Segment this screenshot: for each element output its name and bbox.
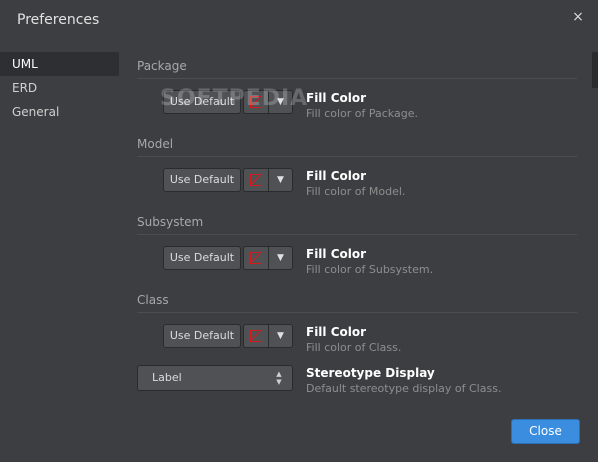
softpedia-watermark: SOFTPEDIA: [160, 86, 309, 111]
pref-label: Fill Color: [306, 91, 367, 105]
divider: [137, 234, 577, 235]
scrollbar[interactable]: [592, 52, 598, 88]
divider: [137, 312, 577, 313]
use-default-button-subsystem[interactable]: Use Default: [163, 246, 241, 270]
updown-arrows-icon: ▲ ▼: [276, 370, 282, 386]
fill-color-picker-class[interactable]: ▼: [243, 324, 293, 348]
preferences-dialog: Preferences × UML ERD General Package Us…: [0, 0, 598, 462]
pref-label: Stereotype Display: [306, 366, 435, 380]
dialog-title: Preferences: [17, 12, 100, 28]
sidebar-item-erd[interactable]: ERD: [0, 76, 119, 100]
pref-description: Fill color of Class.: [306, 341, 402, 354]
sidebar-item-uml[interactable]: UML: [0, 52, 119, 76]
close-icon[interactable]: ×: [570, 9, 586, 25]
sidebar: UML ERD General: [0, 52, 119, 124]
pref-label: Fill Color: [306, 325, 367, 339]
pref-label: Fill Color: [306, 169, 367, 183]
pref-description: Fill color of Subsystem.: [306, 263, 434, 276]
use-default-button-model[interactable]: Use Default: [163, 168, 241, 192]
section-title-class: Class: [137, 293, 169, 307]
section-title-subsystem: Subsystem: [137, 215, 204, 229]
chevron-down-icon[interactable]: ▼: [269, 247, 292, 269]
pref-label: Fill Color: [306, 247, 367, 261]
pref-description: Fill color of Model.: [306, 185, 406, 198]
fill-color-picker-model[interactable]: ▼: [243, 168, 293, 192]
divider: [137, 156, 577, 157]
section-title-model: Model: [137, 137, 174, 151]
chevron-down-icon[interactable]: ▼: [269, 325, 292, 347]
color-swatch: [244, 247, 269, 269]
close-button[interactable]: Close: [511, 419, 580, 444]
stereotype-display-select[interactable]: Label ▲ ▼: [137, 365, 293, 391]
chevron-down-icon[interactable]: ▼: [269, 169, 292, 191]
color-swatch: [244, 169, 269, 191]
sidebar-item-general[interactable]: General: [0, 100, 119, 124]
color-swatch: [244, 325, 269, 347]
divider: [137, 78, 577, 79]
use-default-button-class[interactable]: Use Default: [163, 324, 241, 348]
section-title-package: Package: [137, 59, 187, 73]
pref-description: Default stereotype display of Class.: [306, 382, 502, 395]
pref-description: Fill color of Package.: [306, 107, 418, 120]
select-value: Label: [152, 371, 182, 384]
fill-color-picker-subsystem[interactable]: ▼: [243, 246, 293, 270]
